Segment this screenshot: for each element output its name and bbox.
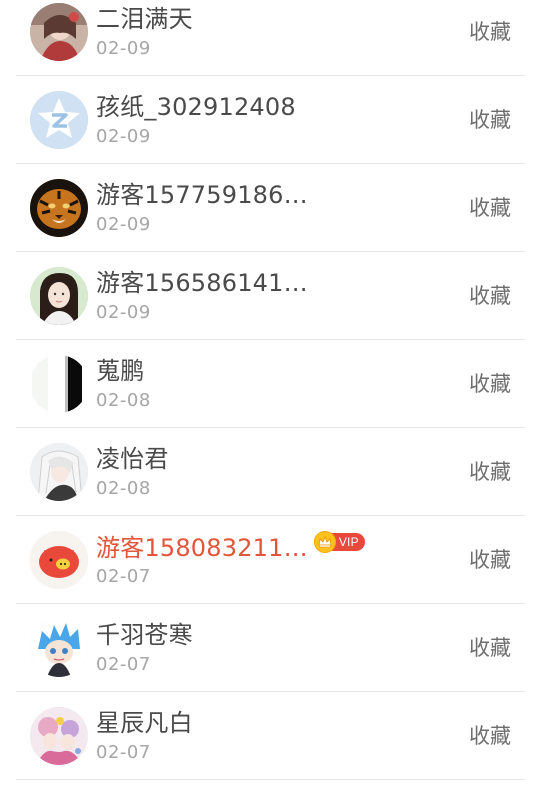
list-item[interactable]: 星辰凡白 02-07 收藏 [16, 692, 525, 780]
user-name: 蒐鹏 [96, 357, 145, 385]
avatar[interactable] [30, 179, 88, 237]
user-name: 游客157759186… [96, 181, 308, 209]
user-name: 游客158083211… VIP [96, 531, 365, 563]
list-item[interactable]: 游客156586141… 02-09 收藏 [16, 252, 525, 340]
item-date: 02-09 [96, 38, 151, 59]
item-date: 02-09 [96, 214, 151, 235]
item-date: 02-09 [96, 302, 151, 323]
item-date: 02-08 [96, 390, 151, 411]
user-name: 凌怡君 [96, 445, 169, 473]
vip-badge: VIP [313, 531, 365, 553]
favorite-button[interactable]: 收藏 [469, 721, 511, 751]
user-name: 游客156586141… [96, 269, 308, 297]
user-name: 星辰凡白 [96, 709, 193, 737]
avatar[interactable] [30, 267, 88, 325]
avatar[interactable] [30, 531, 88, 589]
list-item[interactable]: 游客158083211… VIP 02-07 收藏 [16, 516, 525, 604]
favorite-button[interactable]: 收藏 [469, 17, 511, 47]
list-item[interactable]: 千羽苍寒 02-07 收藏 [16, 604, 525, 692]
favorite-button[interactable]: 收藏 [469, 457, 511, 487]
avatar[interactable] [30, 443, 88, 501]
list-item[interactable]: 游客157759186… 02-09 收藏 [16, 164, 525, 252]
user-name: 千羽苍寒 [96, 621, 193, 649]
item-date: 02-07 [96, 654, 151, 675]
item-date: 02-07 [96, 566, 151, 587]
avatar[interactable] [30, 619, 88, 677]
favorite-button[interactable]: 收藏 [469, 281, 511, 311]
list-item[interactable]: 二泪满天 02-09 收藏 [16, 0, 525, 76]
crown-icon [313, 531, 336, 553]
favorite-button[interactable]: 收藏 [469, 369, 511, 399]
item-date: 02-07 [96, 742, 151, 763]
favorite-button[interactable]: 收藏 [469, 193, 511, 223]
user-name: 孩纸_302912408 [96, 93, 296, 121]
item-date: 02-09 [96, 126, 151, 147]
favorite-button[interactable]: 收藏 [469, 545, 511, 575]
avatar[interactable] [30, 707, 88, 765]
user-name-text: 游客158083211… [96, 534, 308, 562]
list-item[interactable]: 凌怡君 02-08 收藏 [16, 428, 525, 516]
favorite-button[interactable]: 收藏 [469, 633, 511, 663]
avatar[interactable] [30, 3, 88, 61]
avatar[interactable] [30, 355, 88, 413]
avatar[interactable] [30, 91, 88, 149]
list-item[interactable]: 蒐鹏 02-08 收藏 [16, 340, 525, 428]
list-item[interactable]: 孩纸_302912408 02-09 收藏 [16, 76, 525, 164]
user-name: 二泪满天 [96, 5, 193, 33]
collection-list: 二泪满天 02-09 收藏 孩纸_302912408 02-09 收藏 游客15… [0, 0, 533, 780]
item-date: 02-08 [96, 478, 151, 499]
favorite-button[interactable]: 收藏 [469, 105, 511, 135]
